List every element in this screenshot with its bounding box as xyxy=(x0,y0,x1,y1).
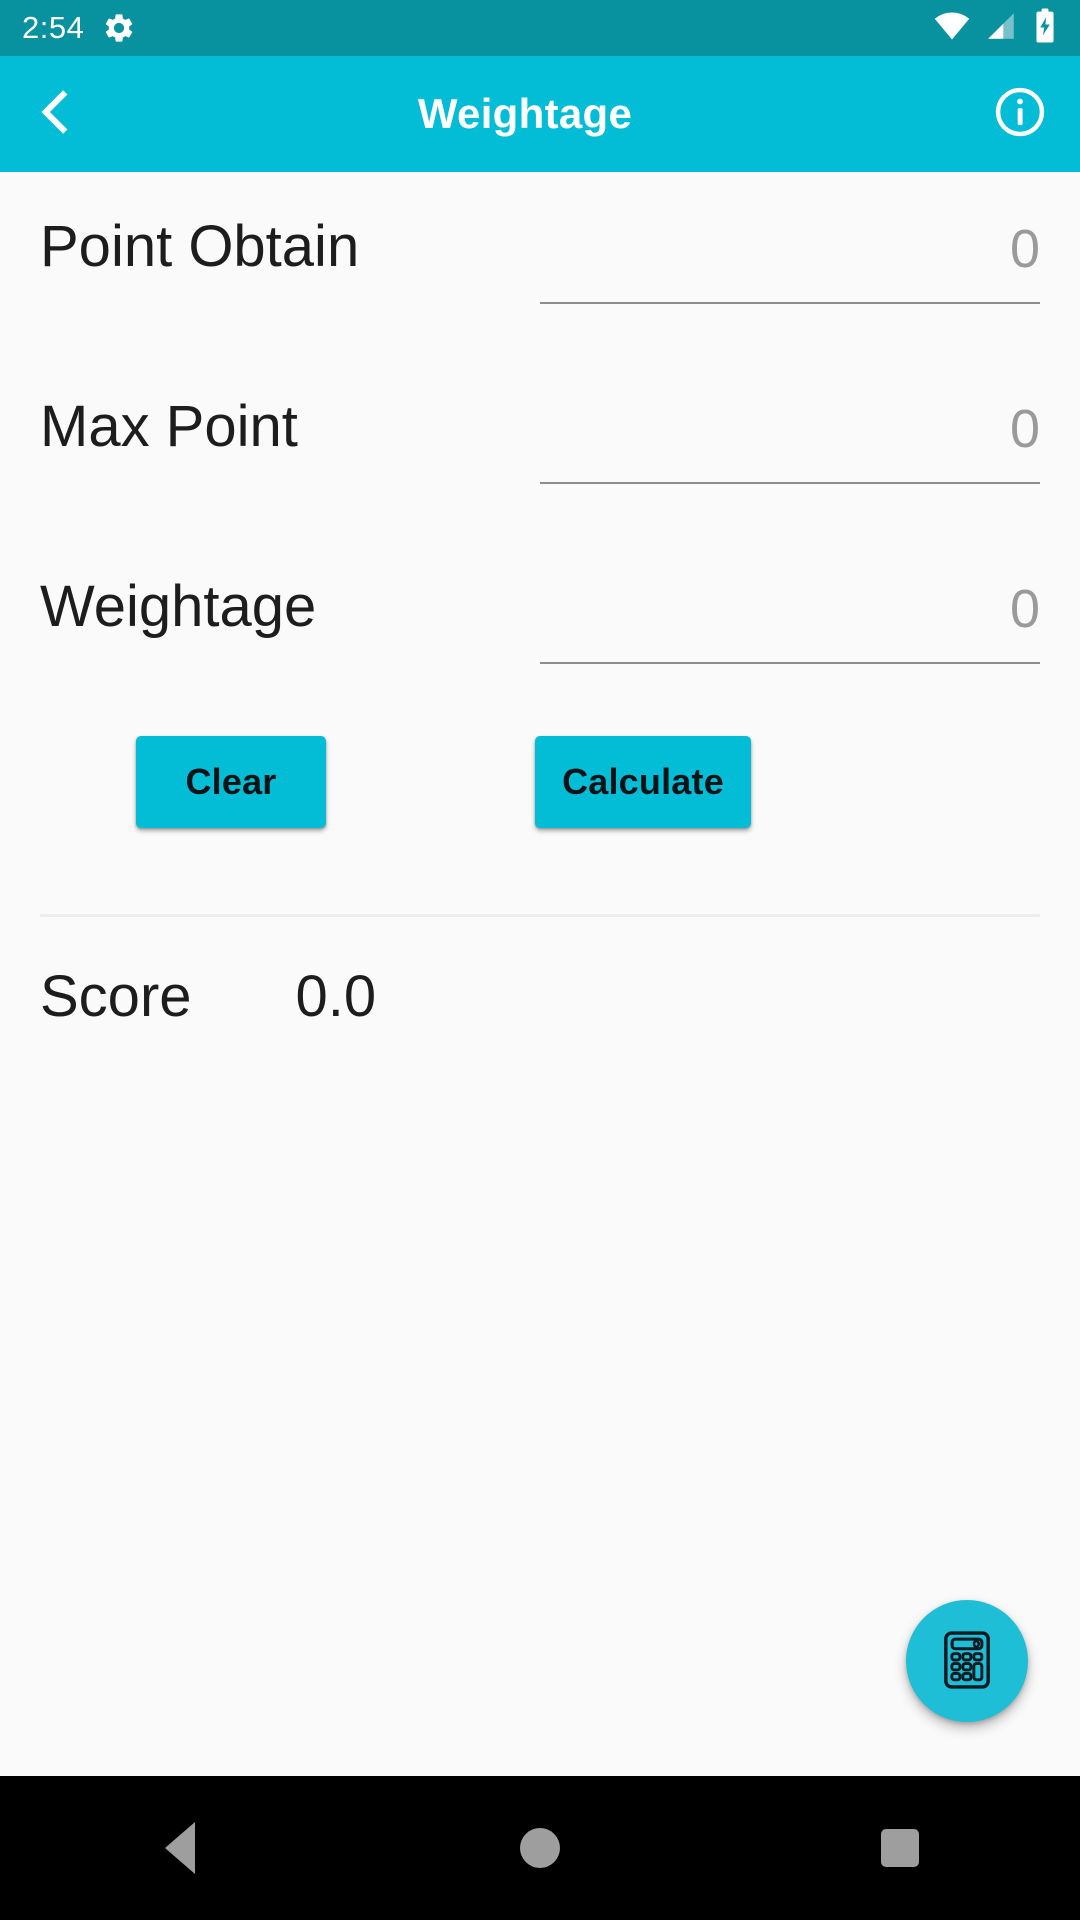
square-recents-icon xyxy=(881,1829,919,1867)
battery-charging-icon xyxy=(1032,7,1058,49)
app-bar: Weightage xyxy=(0,56,1080,172)
action-button-row: Clear Calculate xyxy=(0,712,1080,852)
status-bar-icons xyxy=(934,7,1058,49)
input-wrap-point-obtain xyxy=(540,172,1040,304)
wifi-icon xyxy=(934,8,970,49)
input-wrap-max-point xyxy=(540,352,1040,484)
gear-icon xyxy=(102,11,136,45)
android-nav-bar xyxy=(0,1776,1080,1920)
app-screen: 2:54 Weightage Point Obtain 0 Max Point … xyxy=(0,0,1080,1920)
underline-point-obtain xyxy=(540,302,1040,304)
underline-max-point xyxy=(540,482,1040,484)
label-max-point: Max Point xyxy=(40,394,298,459)
triangle-back-icon xyxy=(165,1822,195,1874)
field-row-weightage: Weightage xyxy=(0,532,1080,712)
calculator-icon xyxy=(934,1627,1000,1696)
status-bar-clock: 2:54 xyxy=(22,10,85,45)
nav-home-button[interactable] xyxy=(450,1776,630,1920)
label-point-obtain: Point Obtain xyxy=(40,214,360,279)
nav-recents-button[interactable] xyxy=(810,1776,990,1920)
clear-button[interactable]: Clear xyxy=(136,736,326,828)
score-label: Score xyxy=(40,964,192,1029)
weightage-input[interactable] xyxy=(540,578,1040,662)
input-wrap-weightage xyxy=(540,532,1040,664)
calculator-fab[interactable] xyxy=(906,1600,1028,1722)
info-button[interactable] xyxy=(960,56,1080,172)
label-weightage: Weightage xyxy=(40,574,317,639)
score-row: Score 0.0 xyxy=(0,917,1080,1077)
page-title: Weightage xyxy=(417,90,633,137)
main-content: Point Obtain Max Point Weightage Clear xyxy=(0,172,1080,1077)
nav-back-button[interactable] xyxy=(90,1776,270,1920)
circle-home-icon xyxy=(520,1828,560,1868)
field-row-point-obtain: Point Obtain xyxy=(0,172,1080,352)
underline-weightage xyxy=(540,662,1040,664)
calculate-button[interactable]: Calculate xyxy=(535,736,751,828)
point-obtain-input[interactable] xyxy=(540,218,1040,302)
status-bar: 2:54 xyxy=(0,0,1080,56)
field-row-max-point: Max Point xyxy=(0,352,1080,532)
max-point-input[interactable] xyxy=(540,398,1040,482)
info-circle-icon xyxy=(992,84,1048,145)
chevron-left-icon xyxy=(27,84,83,145)
score-value: 0.0 xyxy=(295,964,377,1029)
cellular-signal-icon xyxy=(984,9,1018,48)
